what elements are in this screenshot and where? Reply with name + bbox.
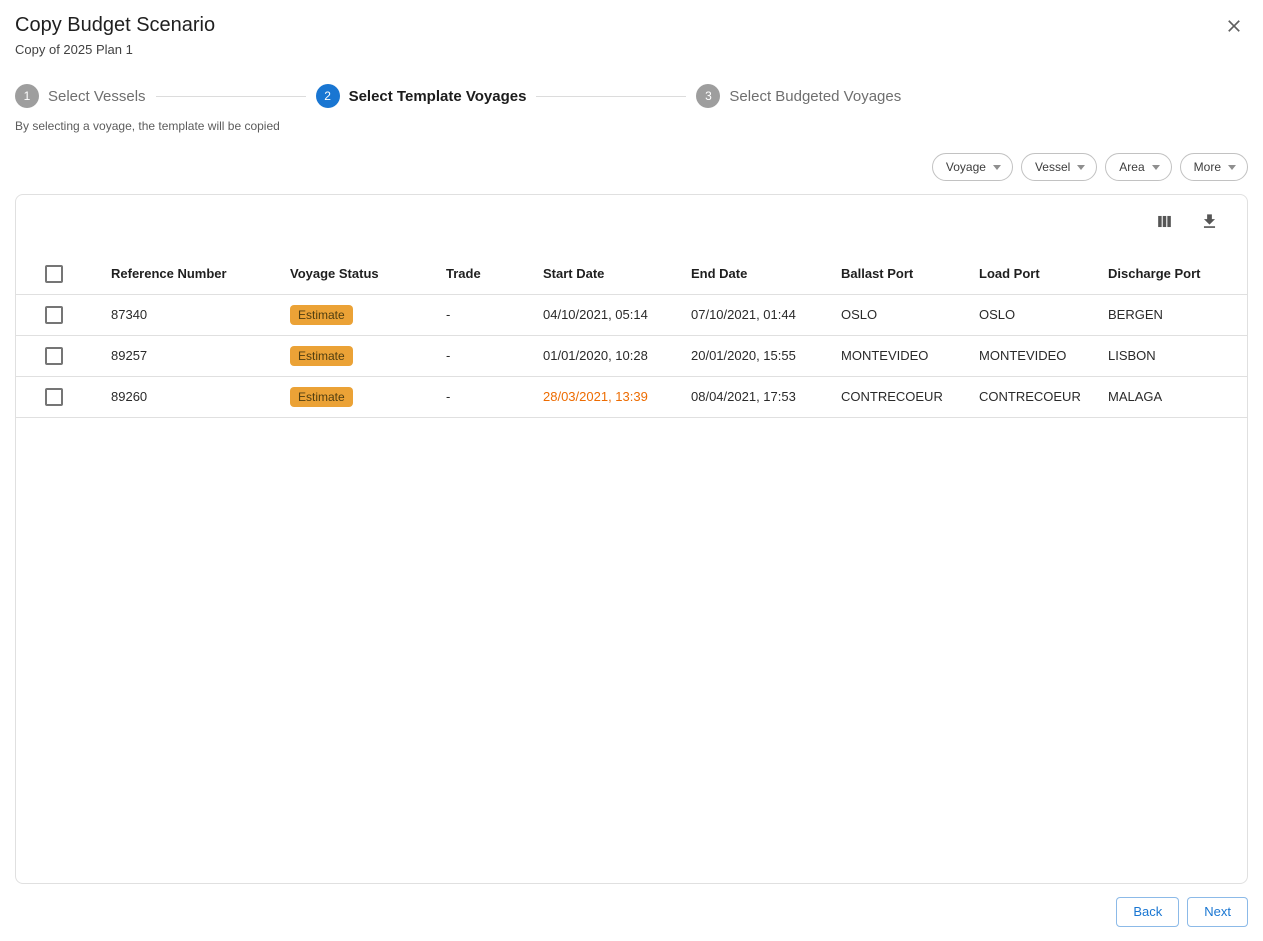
column-header-ballast-port: Ballast Port xyxy=(841,254,979,294)
cell-reference-number: 89257 xyxy=(111,335,290,376)
filter-more-dropdown[interactable]: More xyxy=(1180,153,1248,181)
column-header-voyage-status: Voyage Status xyxy=(290,254,446,294)
row-checkbox[interactable] xyxy=(45,347,63,365)
chevron-down-icon xyxy=(1152,165,1160,170)
cell-load-port: CONTRECOEUR xyxy=(979,376,1108,417)
table-header-row: Reference Number Voyage Status Trade Sta… xyxy=(16,254,1247,294)
table-row[interactable]: 89257 Estimate - 01/01/2020, 10:28 20/01… xyxy=(16,335,1247,376)
select-all-checkbox[interactable] xyxy=(45,265,63,283)
close-button[interactable] xyxy=(1220,12,1248,40)
manage-columns-button[interactable] xyxy=(1151,208,1178,235)
dialog-header: Copy Budget Scenario Copy of 2025 Plan 1 xyxy=(15,12,1248,57)
column-header-reference-number: Reference Number xyxy=(111,254,290,294)
cell-end-date: 20/01/2020, 15:55 xyxy=(691,335,841,376)
table-toolbar xyxy=(16,195,1247,254)
cell-start-date: 04/10/2021, 05:14 xyxy=(543,294,691,335)
cell-start-date: 01/01/2020, 10:28 xyxy=(543,335,691,376)
filter-bar: Voyage Vessel Area More xyxy=(15,153,1248,181)
filter-area-label: Area xyxy=(1119,160,1144,174)
cell-discharge-port: LISBON xyxy=(1108,335,1247,376)
status-badge: Estimate xyxy=(290,346,353,366)
column-header-trade: Trade xyxy=(446,254,543,294)
cell-discharge-port: BERGEN xyxy=(1108,294,1247,335)
cell-reference-number: 87340 xyxy=(111,294,290,335)
cell-end-date: 08/04/2021, 17:53 xyxy=(691,376,841,417)
step-1-label: Select Vessels xyxy=(48,88,146,105)
cell-reference-number: 89260 xyxy=(111,376,290,417)
page-title: Copy Budget Scenario xyxy=(15,12,215,38)
row-checkbox[interactable] xyxy=(45,388,63,406)
cell-discharge-port: MALAGA xyxy=(1108,376,1247,417)
cell-end-date: 07/10/2021, 01:44 xyxy=(691,294,841,335)
filter-vessel-label: Vessel xyxy=(1035,160,1070,174)
column-header-discharge-port: Discharge Port xyxy=(1108,254,1247,294)
row-checkbox[interactable] xyxy=(45,306,63,324)
dialog-footer: Back Next xyxy=(15,897,1248,927)
columns-icon xyxy=(1155,212,1174,231)
stepper-step-select-vessels[interactable]: 1 Select Vessels xyxy=(15,84,146,108)
status-badge: Estimate xyxy=(290,387,353,407)
chevron-down-icon xyxy=(1228,165,1236,170)
cell-load-port: OSLO xyxy=(979,294,1108,335)
stepper-step-select-template-voyages[interactable]: 2 Select Template Voyages xyxy=(316,84,527,108)
cell-trade: - xyxy=(446,376,543,417)
cell-ballast-port: CONTRECOEUR xyxy=(841,376,979,417)
chevron-down-icon xyxy=(1077,165,1085,170)
step-2-circle: 2 xyxy=(316,84,340,108)
cell-load-port: MONTEVIDEO xyxy=(979,335,1108,376)
cell-ballast-port: MONTEVIDEO xyxy=(841,335,979,376)
step-3-label: Select Budgeted Voyages xyxy=(729,88,901,105)
close-icon xyxy=(1224,16,1244,36)
table-row[interactable]: 89260 Estimate - 28/03/2021, 13:39 08/04… xyxy=(16,376,1247,417)
table-row[interactable]: 87340 Estimate - 04/10/2021, 05:14 07/10… xyxy=(16,294,1247,335)
filter-voyage-label: Voyage xyxy=(946,160,986,174)
template-voyages-table: Reference Number Voyage Status Trade Sta… xyxy=(16,254,1247,418)
column-header-start-date: Start Date xyxy=(543,254,691,294)
page-subtitle: Copy of 2025 Plan 1 xyxy=(15,42,215,57)
stepper-connector xyxy=(156,96,306,97)
stepper-step-select-budgeted-voyages[interactable]: 3 Select Budgeted Voyages xyxy=(696,84,901,108)
chevron-down-icon xyxy=(993,165,1001,170)
copy-budget-scenario-dialog: Copy Budget Scenario Copy of 2025 Plan 1… xyxy=(0,0,1263,941)
cell-trade: - xyxy=(446,335,543,376)
back-button[interactable]: Back xyxy=(1116,897,1179,927)
cell-ballast-port: OSLO xyxy=(841,294,979,335)
status-badge: Estimate xyxy=(290,305,353,325)
column-header-load-port: Load Port xyxy=(979,254,1108,294)
filter-voyage-dropdown[interactable]: Voyage xyxy=(932,153,1013,181)
next-button[interactable]: Next xyxy=(1187,897,1248,927)
selection-hint-text: By selecting a voyage, the template will… xyxy=(15,119,1248,133)
dialog-title-block: Copy Budget Scenario Copy of 2025 Plan 1 xyxy=(15,12,215,57)
filter-vessel-dropdown[interactable]: Vessel xyxy=(1021,153,1097,181)
voyages-table-card: Reference Number Voyage Status Trade Sta… xyxy=(15,194,1248,884)
step-1-circle: 1 xyxy=(15,84,39,108)
stepper: 1 Select Vessels 2 Select Template Voyag… xyxy=(15,84,1248,108)
cell-start-date: 28/03/2021, 13:39 xyxy=(543,376,691,417)
download-icon xyxy=(1200,212,1219,231)
download-button[interactable] xyxy=(1196,208,1223,235)
column-header-end-date: End Date xyxy=(691,254,841,294)
cell-trade: - xyxy=(446,294,543,335)
stepper-connector xyxy=(536,96,686,97)
step-3-circle: 3 xyxy=(696,84,720,108)
filter-more-label: More xyxy=(1194,160,1221,174)
step-2-label: Select Template Voyages xyxy=(349,88,527,105)
filter-area-dropdown[interactable]: Area xyxy=(1105,153,1171,181)
